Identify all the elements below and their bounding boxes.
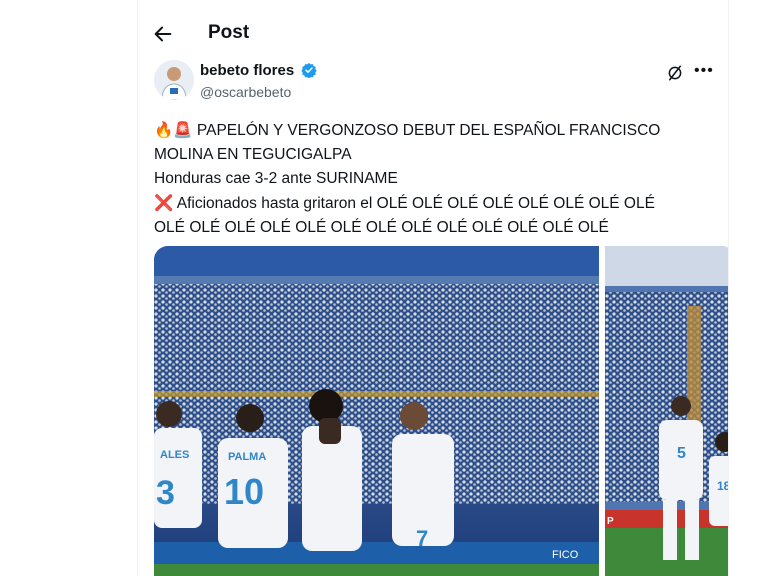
post-photo-2[interactable]: P 5 18 bbox=[605, 246, 729, 576]
fire-siren-emoji-icon: 🔥🚨 bbox=[154, 121, 193, 139]
author-name-text: bebeto flores bbox=[200, 62, 295, 79]
more-options-icon[interactable]: ••• bbox=[694, 62, 714, 80]
page-title: Post bbox=[208, 22, 250, 43]
jersey-center-name: PALMA bbox=[228, 451, 266, 463]
cross-mark-emoji-icon: ❌ bbox=[154, 194, 174, 212]
post-line-4: ❌ Aficionados hasta gritaron el OLÉ OLÉ … bbox=[154, 191, 714, 216]
post-photo-1[interactable]: FICO ALES 3 PALMA 10 7 bbox=[154, 246, 599, 576]
verified-badge-icon bbox=[301, 63, 318, 78]
author-handle[interactable]: @oscarbebeto bbox=[200, 84, 291, 100]
post-line-1-text: PAPELÓN Y VERGONZOSO DEBUT DEL ESPAÑOL F… bbox=[196, 122, 661, 139]
avatar[interactable] bbox=[154, 60, 194, 100]
grok-icon[interactable] bbox=[666, 64, 684, 82]
jersey-left-number: 3 bbox=[156, 474, 175, 512]
post-text: 🔥🚨 PAPELÓN Y VERGONZOSO DEBUT DEL ESPAÑO… bbox=[154, 118, 714, 240]
post-line-2: MOLINA EN TEGUCIGALPA bbox=[154, 146, 352, 163]
photo2-jersey-number: 5 bbox=[677, 445, 686, 462]
jersey-center-number: 10 bbox=[224, 471, 264, 512]
jersey-left-name: ALES bbox=[160, 449, 189, 461]
jersey-right-number: 7 bbox=[416, 526, 428, 551]
post-header: Post bbox=[138, 14, 728, 54]
author-name[interactable]: bebeto flores bbox=[200, 62, 318, 79]
photo2-jersey-right-number: 18 bbox=[717, 479, 729, 493]
post-line-3: Honduras cae 3-2 ante SURINAME bbox=[154, 170, 398, 187]
post-line-1: 🔥🚨 PAPELÓN Y VERGONZOSO DEBUT DEL ESPAÑO… bbox=[154, 118, 714, 143]
back-arrow-icon[interactable] bbox=[152, 23, 174, 45]
post-panel: Post bebeto flores @oscarbebeto ••• 🔥🚨 P… bbox=[137, 0, 729, 576]
stadium-board-text: FICO bbox=[552, 549, 579, 561]
post-line-5: OLÉ OLÉ OLÉ OLÉ OLÉ OLÉ OLÉ OLÉ OLÉ OLÉ … bbox=[154, 219, 609, 236]
photo2-board-text: P bbox=[607, 516, 614, 527]
post-line-4-text: Aficionados hasta gritaron el OLÉ OLÉ OL… bbox=[176, 195, 655, 212]
